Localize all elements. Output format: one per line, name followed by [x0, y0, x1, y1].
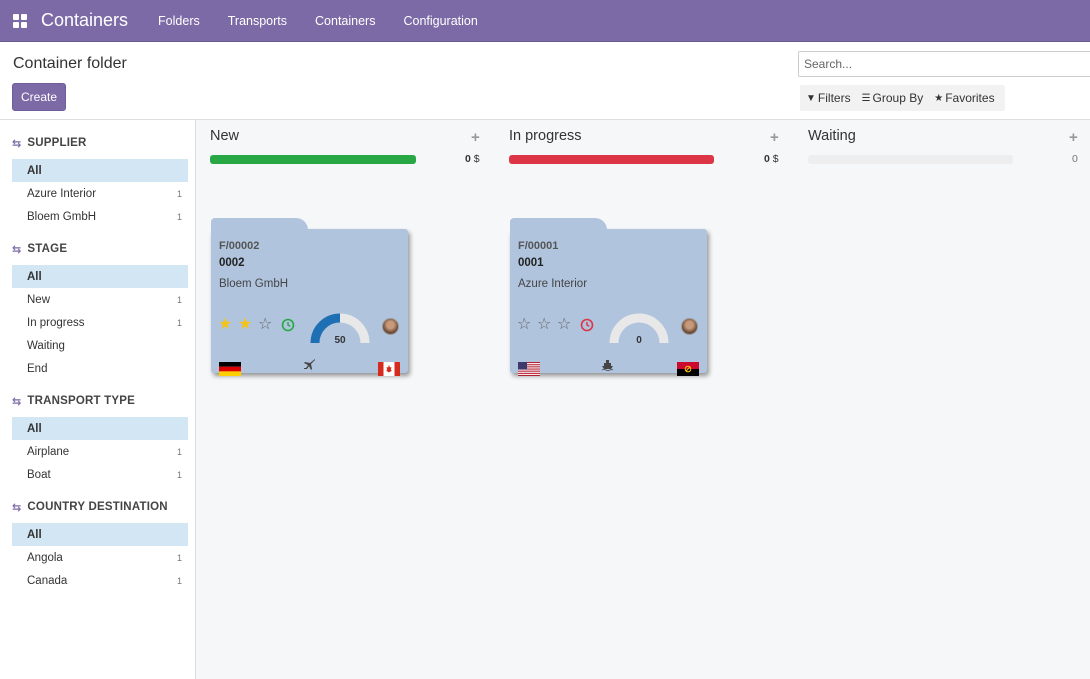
section-header: ⇆ SUPPLIER	[12, 137, 87, 150]
column-title: Waiting	[808, 128, 856, 144]
usa-flag-icon	[518, 362, 540, 376]
folder-tab	[510, 218, 607, 232]
stage-waiting[interactable]: Waiting	[12, 334, 188, 357]
supplier-bloem-gmbh[interactable]: Bloem GmbH 1	[12, 205, 188, 228]
app-brand[interactable]: Containers	[41, 10, 128, 31]
airplane-icon	[304, 359, 315, 370]
column-header-new: New + 0 $	[210, 120, 482, 170]
gauge-value: 0	[636, 335, 642, 346]
gauge-chart: 0	[609, 313, 669, 346]
gauge-chart: 50	[310, 313, 370, 346]
supplier-azure-interior[interactable]: Azure Interior 1	[12, 182, 188, 205]
transport-type-section: ⇆ TRANSPORT TYPE All Airplane 1 Boat 1	[12, 391, 188, 486]
filters-button[interactable]: ▼ Filters	[806, 91, 851, 105]
column-header-in-progress: In progress + 0 $	[509, 120, 781, 170]
refresh-icon: ⇆	[12, 137, 22, 150]
star-icon[interactable]: ★	[238, 317, 258, 333]
supplier-section: ⇆ SUPPLIER All Azure Interior 1 Bloem GmbH…	[12, 133, 188, 228]
refresh-icon: ⇆	[12, 243, 22, 256]
favorites-button[interactable]: ★ Favorites	[934, 91, 994, 105]
list-icon: ☰	[861, 92, 871, 104]
stage-end[interactable]: End	[12, 357, 188, 380]
quick-create-icon[interactable]: +	[770, 129, 779, 146]
card-partner: Azure Interior	[518, 278, 588, 290]
star-outline-icon[interactable]: ☆	[537, 317, 557, 333]
groupby-button[interactable]: ☰ Group By	[862, 91, 924, 105]
menu-transports[interactable]: Transports	[214, 0, 301, 42]
canada-flag-icon	[378, 362, 400, 376]
section-header: ⇆ STAGE	[12, 243, 68, 256]
refresh-icon: ⇆	[12, 501, 22, 514]
page-title: Container folder	[13, 55, 127, 72]
menu-configuration[interactable]: Configuration	[389, 0, 491, 42]
card-number: 0001	[518, 257, 544, 269]
card-number: 0002	[219, 257, 245, 269]
stage-section: ⇆ STAGE All New 1 In progress 1 Waiting End	[12, 239, 188, 380]
card-partner: Bloem GmbH	[219, 278, 289, 290]
angola-flag-icon	[677, 362, 699, 376]
column-title: In progress	[509, 128, 582, 144]
folder-card[interactable]: F/00001 0001 Azure Interior ☆ ☆ ☆ 0	[510, 218, 707, 376]
create-button[interactable]: Create	[12, 83, 66, 111]
avatar[interactable]	[681, 318, 698, 335]
germany-flag-icon	[219, 362, 241, 376]
quick-create-icon[interactable]: +	[471, 129, 480, 146]
country-destination-section: ⇆ COUNTRY DESTINATION All Angola 1 Canada 1	[12, 497, 188, 592]
country-all[interactable]: All	[12, 523, 188, 546]
transport-boat[interactable]: Boat 1	[12, 463, 188, 486]
clock-icon[interactable]	[580, 318, 594, 332]
section-header: ⇆ TRANSPORT TYPE	[12, 395, 136, 408]
stage-all[interactable]: All	[12, 265, 188, 288]
stage-new[interactable]: New 1	[12, 288, 188, 311]
priority-stars: ★ ★ ☆	[218, 317, 278, 333]
filter-icon: ▼	[806, 92, 816, 104]
card-reference: F/00002	[219, 240, 260, 252]
boat-icon	[601, 360, 614, 371]
folder-tab	[211, 218, 308, 232]
column-header-waiting: Waiting + 0	[808, 120, 1080, 170]
star-outline-icon[interactable]: ☆	[517, 317, 537, 333]
gauge-value: 50	[334, 335, 346, 346]
stage-in-progress[interactable]: In progress 1	[12, 311, 188, 334]
kanban-board: New + 0 $ In progress + 0 $ Waiting + 0 …	[196, 120, 1090, 679]
search-input[interactable]: Search...	[798, 51, 1090, 77]
star-outline-icon[interactable]: ☆	[258, 317, 278, 333]
star-icon: ★	[934, 92, 944, 104]
folder-card[interactable]: F/00002 0002 Bloem GmbH ★ ★ ☆ 50	[211, 218, 408, 376]
apps-menu-icon[interactable]	[0, 0, 40, 42]
search-options: ▼ Filters ☰ Group By ★ Favorites	[800, 85, 1005, 111]
control-panel: Container folder Create Search... ▼ Filte…	[0, 42, 1090, 120]
column-sum: 0	[1072, 153, 1078, 165]
avatar[interactable]	[382, 318, 399, 335]
column-progress-bar[interactable]	[210, 155, 416, 164]
priority-stars: ☆ ☆ ☆	[517, 317, 577, 333]
refresh-icon: ⇆	[12, 395, 22, 408]
card-reference: F/00001	[518, 240, 559, 252]
transport-airplane[interactable]: Airplane 1	[12, 440, 188, 463]
column-progress-bar[interactable]	[808, 155, 1013, 164]
top-navbar: Containers Folders Transports Containers…	[0, 0, 1090, 42]
menu-folders[interactable]: Folders	[144, 0, 214, 42]
country-angola[interactable]: Angola 1	[12, 546, 188, 569]
menu-containers[interactable]: Containers	[301, 0, 389, 42]
section-header: ⇆ COUNTRY DESTINATION	[12, 501, 168, 514]
column-sum: 0 $	[465, 153, 480, 165]
supplier-all[interactable]: All	[12, 159, 188, 182]
column-progress-bar[interactable]	[509, 155, 714, 164]
star-icon[interactable]: ★	[218, 317, 238, 333]
search-panel: ⇆ SUPPLIER All Azure Interior 1 Bloem GmbH…	[0, 120, 196, 679]
country-canada[interactable]: Canada 1	[12, 569, 188, 592]
column-title: New	[210, 128, 240, 144]
clock-icon[interactable]	[281, 318, 295, 332]
column-sum: 0 $	[764, 153, 779, 165]
quick-create-icon[interactable]: +	[1069, 129, 1078, 146]
star-outline-icon[interactable]: ☆	[557, 317, 577, 333]
transport-all[interactable]: All	[12, 417, 188, 440]
